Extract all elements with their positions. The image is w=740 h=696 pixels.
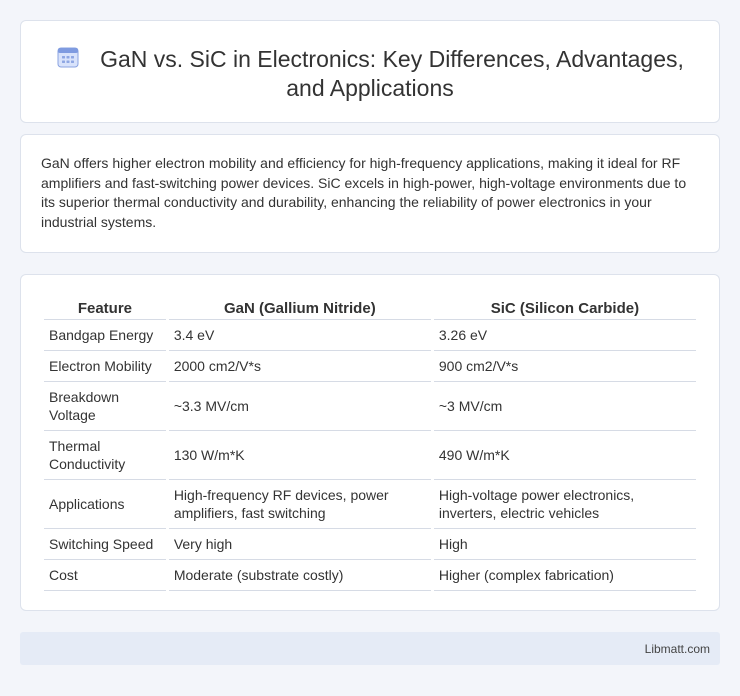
gan-cell: Moderate (substrate costly): [168, 560, 431, 591]
sic-cell: 490 W/m*K: [433, 431, 696, 480]
table-row: Electron Mobility 2000 cm2/V*s 900 cm2/V…: [44, 351, 696, 382]
gan-cell: Very high: [168, 529, 431, 560]
sic-cell: High: [433, 529, 696, 560]
gan-cell: 130 W/m*K: [168, 431, 431, 480]
feature-cell: Applications: [44, 480, 166, 529]
page-title-wrap: GaN vs. SiC in Electronics: Key Differen…: [21, 45, 719, 103]
table-row: Switching Speed Very high High: [44, 529, 696, 560]
intro-paragraph: GaN offers higher electron mobility and …: [41, 155, 687, 230]
gan-cell: 2000 cm2/V*s: [168, 351, 431, 382]
page-title: GaN vs. SiC in Electronics: Key Differen…: [100, 46, 684, 101]
feature-cell: Bandgap Energy: [44, 320, 166, 351]
table-row: Breakdown Voltage ~3.3 MV/cm ~3 MV/cm: [44, 382, 696, 431]
column-header-feature: Feature: [44, 295, 166, 320]
feature-cell: Thermal Conductivity: [44, 431, 166, 480]
table-header-row: Feature GaN (Gallium Nitride) SiC (Silic…: [44, 295, 696, 320]
table-row: Applications High-frequency RF devices, …: [44, 480, 696, 529]
feature-cell: Switching Speed: [44, 529, 166, 560]
comparison-table: Feature GaN (Gallium Nitride) SiC (Silic…: [41, 295, 699, 591]
comparison-table-card: Feature GaN (Gallium Nitride) SiC (Silic…: [20, 274, 720, 611]
column-header-sic: SiC (Silicon Carbide): [433, 295, 696, 320]
sic-cell: 900 cm2/V*s: [433, 351, 696, 382]
gan-cell: ~3.3 MV/cm: [168, 382, 431, 431]
footer-site-link[interactable]: Libmatt.com: [645, 642, 710, 656]
feature-cell: Cost: [44, 560, 166, 591]
gan-cell: High-frequency RF devices, power amplifi…: [168, 480, 431, 529]
footer-bar: Libmatt.com: [20, 632, 720, 665]
sic-cell: High-voltage power electronics, inverter…: [433, 480, 696, 529]
sic-cell: Higher (complex fabrication): [433, 560, 696, 591]
header-card: GaN vs. SiC in Electronics: Key Differen…: [20, 20, 720, 123]
sic-cell: ~3 MV/cm: [433, 382, 696, 431]
gan-cell: 3.4 eV: [168, 320, 431, 351]
sic-cell: 3.26 eV: [433, 320, 696, 351]
table-row: Thermal Conductivity 130 W/m*K 490 W/m*K: [44, 431, 696, 480]
table-row: Bandgap Energy 3.4 eV 3.26 eV: [44, 320, 696, 351]
feature-cell: Electron Mobility: [44, 351, 166, 382]
feature-cell: Breakdown Voltage: [44, 382, 166, 431]
calendar-icon: [56, 45, 80, 69]
column-header-gan: GaN (Gallium Nitride): [168, 295, 431, 320]
table-row: Cost Moderate (substrate costly) Higher …: [44, 560, 696, 591]
intro-card: GaN offers higher electron mobility and …: [20, 134, 720, 253]
